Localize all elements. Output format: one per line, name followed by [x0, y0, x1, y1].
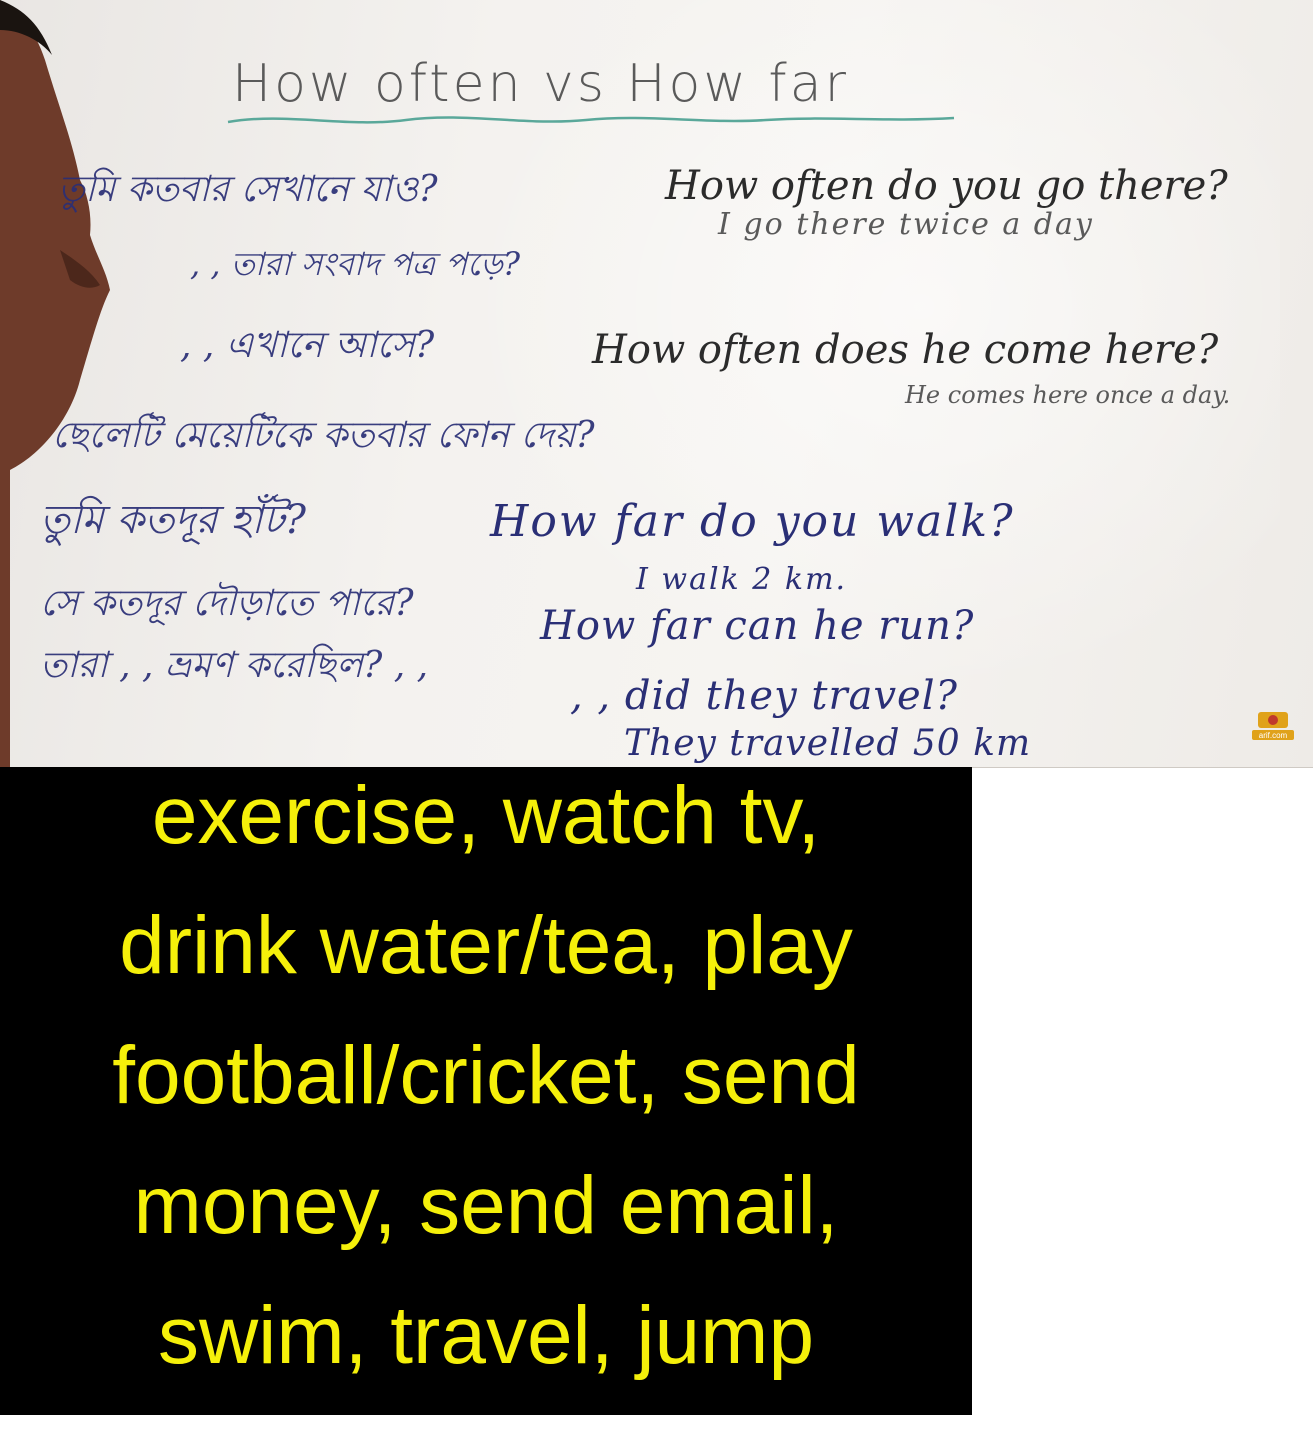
- bengali-line-5: তুমি কতদূর হাঁট?: [40, 497, 306, 543]
- caption-line-2: drink water/tea, play: [119, 900, 853, 991]
- answer-come-here: He comes here once a day.: [905, 381, 1231, 409]
- bengali-line-2: , , তারা সংবাদ পত্র পড়ে?: [190, 245, 521, 283]
- screenshot-frame: How often vs How far তুমি কতবার সেখানে য…: [0, 0, 1313, 1434]
- answer-travel: They travelled 50 km: [624, 723, 1032, 764]
- whiteboard-title: How often vs How far: [232, 54, 849, 114]
- question-go-there: How often do you go there?: [665, 163, 1228, 209]
- bengali-line-3: , , এখানে আসে?: [180, 325, 435, 366]
- caption-line-5: swim, travel, jump: [157, 1290, 815, 1381]
- video-frame[interactable]: How often vs How far তুমি কতবার সেখানে য…: [0, 0, 1313, 768]
- channel-logo: arif.com: [1250, 708, 1296, 742]
- answer-go-there: I go there twice a day: [718, 207, 1094, 242]
- answer-walk: I walk 2 km.: [636, 562, 848, 597]
- title-underline: [227, 116, 955, 124]
- question-run: How far can he run?: [540, 603, 975, 649]
- caption-line-4: money, send email,: [133, 1160, 839, 1251]
- question-come-here: How often does he come here?: [592, 327, 1219, 373]
- channel-logo-text: arif.com: [1259, 731, 1288, 740]
- bengali-line-7: তারা , , ভ্রমণ করেছিল? , ,: [40, 645, 429, 686]
- caption-line-3: football/cricket, send: [112, 1030, 860, 1121]
- caption-line-1: exercise, watch tv,: [151, 770, 821, 861]
- question-walk: How far do you walk?: [490, 496, 1015, 547]
- caption-panel: exercise, watch tv, drink water/tea, pla…: [0, 767, 972, 1415]
- bengali-line-6: সে কতদূর দৌড়াতে পারে?: [40, 583, 414, 624]
- question-travel: , , did they travel?: [570, 673, 958, 719]
- bengali-line-4: ছেলেটি মেয়েটিকে কতবার ফোন দেয়?: [52, 415, 595, 456]
- bengali-line-1: তুমি কতবার সেখানে যাও?: [58, 169, 438, 210]
